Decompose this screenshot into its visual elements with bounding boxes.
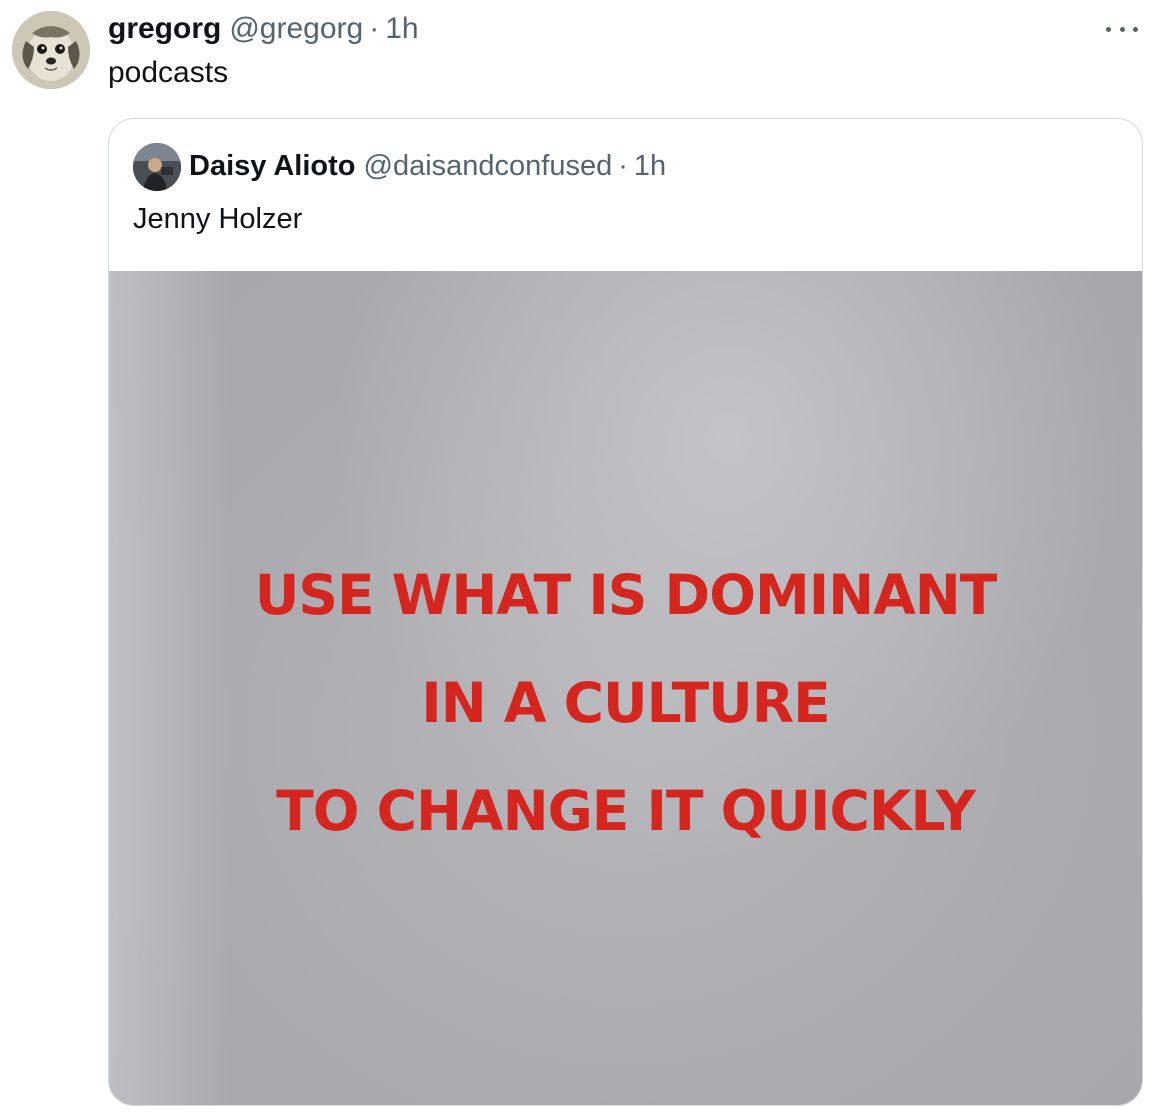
quoted-author-handle: @daisandconfused [363,150,613,182]
more-dot [1119,26,1125,32]
quoted-tweet-image[interactable]: USE WHAT IS DOMINANT IN A CULTURE TO CHA… [109,271,1142,1105]
quoted-tweet-card[interactable]: Daisy Alioto @daisandconfused · 1h Jenny… [108,118,1143,1106]
author-handle[interactable]: @gregorg [229,10,363,48]
more-dot [1133,26,1138,32]
sign-line-3: TO CHANGE IT QUICKLY [276,779,976,843]
dog-avatar-icon[interactable] [12,11,90,89]
more-options-icon[interactable] [1106,14,1138,44]
separator-dot: · [369,12,380,45]
quoted-tweet-text: Jenny Holzer [133,203,303,235]
tweet-header: gregorg @gregorg · 1h [108,10,419,50]
tweet[interactable]: gregorg @gregorg · 1h podcasts Daisy Ali… [0,0,1152,1120]
quoted-timestamp: 1h [633,150,667,182]
quoted-tweet-header: Daisy Alioto @daisandconfused · 1h [189,148,666,184]
sign-line-1: USE WHAT IS DOMINANT [254,563,998,627]
tweet-text: podcasts [108,56,229,89]
author-name[interactable]: gregorg [108,10,221,48]
separator-dot: · [618,150,628,182]
quoted-author-name: Daisy Alioto [189,150,356,182]
sign-line-2: IN A CULTURE [421,671,830,735]
user-avatar-icon[interactable] [133,143,181,191]
more-dot [1106,26,1111,32]
timestamp[interactable]: 1h [385,10,418,48]
sign-text: USE WHAT IS DOMINANT IN A CULTURE TO CHA… [109,541,1142,865]
